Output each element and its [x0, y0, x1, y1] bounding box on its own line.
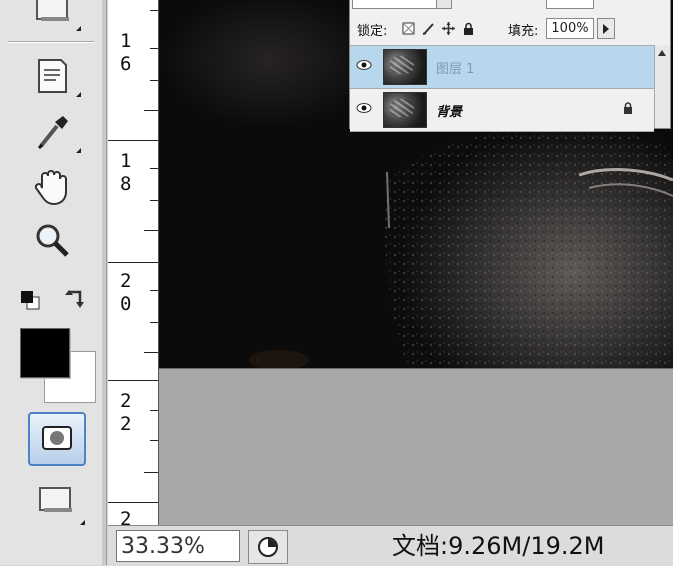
lock-image-icon[interactable]	[422, 22, 435, 35]
rectangle-tool-icon[interactable]	[30, 0, 74, 30]
eye-visibility-icon[interactable]	[356, 102, 372, 114]
ruler-tick	[108, 262, 158, 263]
toolbox-separator	[8, 41, 94, 43]
ruler-tick	[144, 472, 158, 473]
eye-visibility-icon[interactable]	[356, 59, 372, 71]
quick-mask-icon[interactable]	[28, 412, 86, 466]
swap-colors-icon[interactable]	[64, 288, 90, 312]
foreground-color-swatch[interactable]	[20, 328, 70, 378]
layer-thumbnail	[383, 92, 427, 128]
ruler-tick	[144, 352, 158, 353]
ruler-tick	[150, 48, 158, 49]
ruler-label: 1 8	[120, 150, 132, 195]
ruler-tick	[150, 290, 158, 291]
ruler-tick	[150, 80, 158, 81]
ruler-tick	[150, 200, 158, 201]
ruler-label: 1 6	[120, 30, 132, 75]
screen-mode-icon[interactable]	[34, 478, 78, 522]
ruler-label: 2 0	[120, 270, 132, 315]
ruler-tick	[150, 440, 158, 441]
ruler-tick	[150, 10, 158, 11]
toolbox	[0, 0, 107, 565]
ruler-label: 2	[120, 508, 132, 525]
vertical-ruler: 1 6 1 8 2 0 2 2 2	[108, 0, 159, 525]
lock-label: 锁定:	[357, 24, 388, 39]
tool-submenu-indicator	[76, 92, 81, 97]
eyedropper-tool-icon[interactable]	[30, 110, 74, 154]
ruler-tick	[144, 230, 158, 231]
ruler-tick	[150, 322, 158, 323]
zoom-tool-icon[interactable]	[30, 218, 74, 262]
tool-submenu-indicator	[80, 520, 85, 525]
layers-scrollbar[interactable]	[654, 45, 670, 128]
status-bar: 33.33% 文档:9.26M/19.2M	[108, 525, 673, 566]
lock-position-icon[interactable]	[442, 22, 455, 35]
layers-panel: 锁定: 填充: 100% 图层 1 背景	[349, 0, 671, 132]
lock-row: 锁定: 填充: 100%	[350, 13, 670, 43]
hand-tool-icon[interactable]	[30, 164, 74, 208]
ruler-tick	[108, 380, 158, 381]
layer-lock-icon	[624, 102, 632, 114]
layer-row-selected[interactable]: 图层 1	[350, 45, 654, 88]
lock-all-icon[interactable]	[462, 22, 475, 35]
ruler-tick	[108, 502, 158, 503]
notes-tool-icon[interactable]	[30, 54, 74, 98]
lock-transparent-icon[interactable]	[402, 22, 415, 35]
layer-name[interactable]: 图层 1	[436, 58, 474, 77]
pasteboard-area	[159, 368, 673, 526]
opacity-field[interactable]	[546, 0, 594, 9]
default-colors-icon[interactable]	[20, 290, 42, 310]
ruler-tick	[150, 410, 158, 411]
document-size-info: 文档:9.26M/19.2M	[392, 532, 605, 560]
blend-mode-arrow[interactable]	[436, 0, 452, 9]
ruler-tick	[144, 110, 158, 111]
ruler-tick	[150, 168, 158, 169]
fill-slider-button[interactable]	[597, 18, 615, 39]
fill-label: 填充:	[508, 24, 539, 39]
status-info-button[interactable]	[248, 530, 288, 564]
ruler-tick	[108, 140, 158, 141]
layer-row-background[interactable]: 背景	[350, 88, 654, 132]
toolbox-edge	[102, 0, 106, 565]
status-menu-icon	[258, 537, 278, 557]
fill-input[interactable]: 100%	[546, 18, 594, 39]
ruler-label: 2 2	[120, 390, 132, 435]
zoom-level-field[interactable]: 33.33%	[116, 530, 240, 562]
layer-name[interactable]: 背景	[436, 101, 462, 120]
tool-submenu-indicator	[76, 148, 81, 153]
tool-submenu-indicator	[76, 26, 81, 31]
blend-mode-dropdown[interactable]	[352, 0, 438, 9]
layer-thumbnail	[383, 49, 427, 85]
